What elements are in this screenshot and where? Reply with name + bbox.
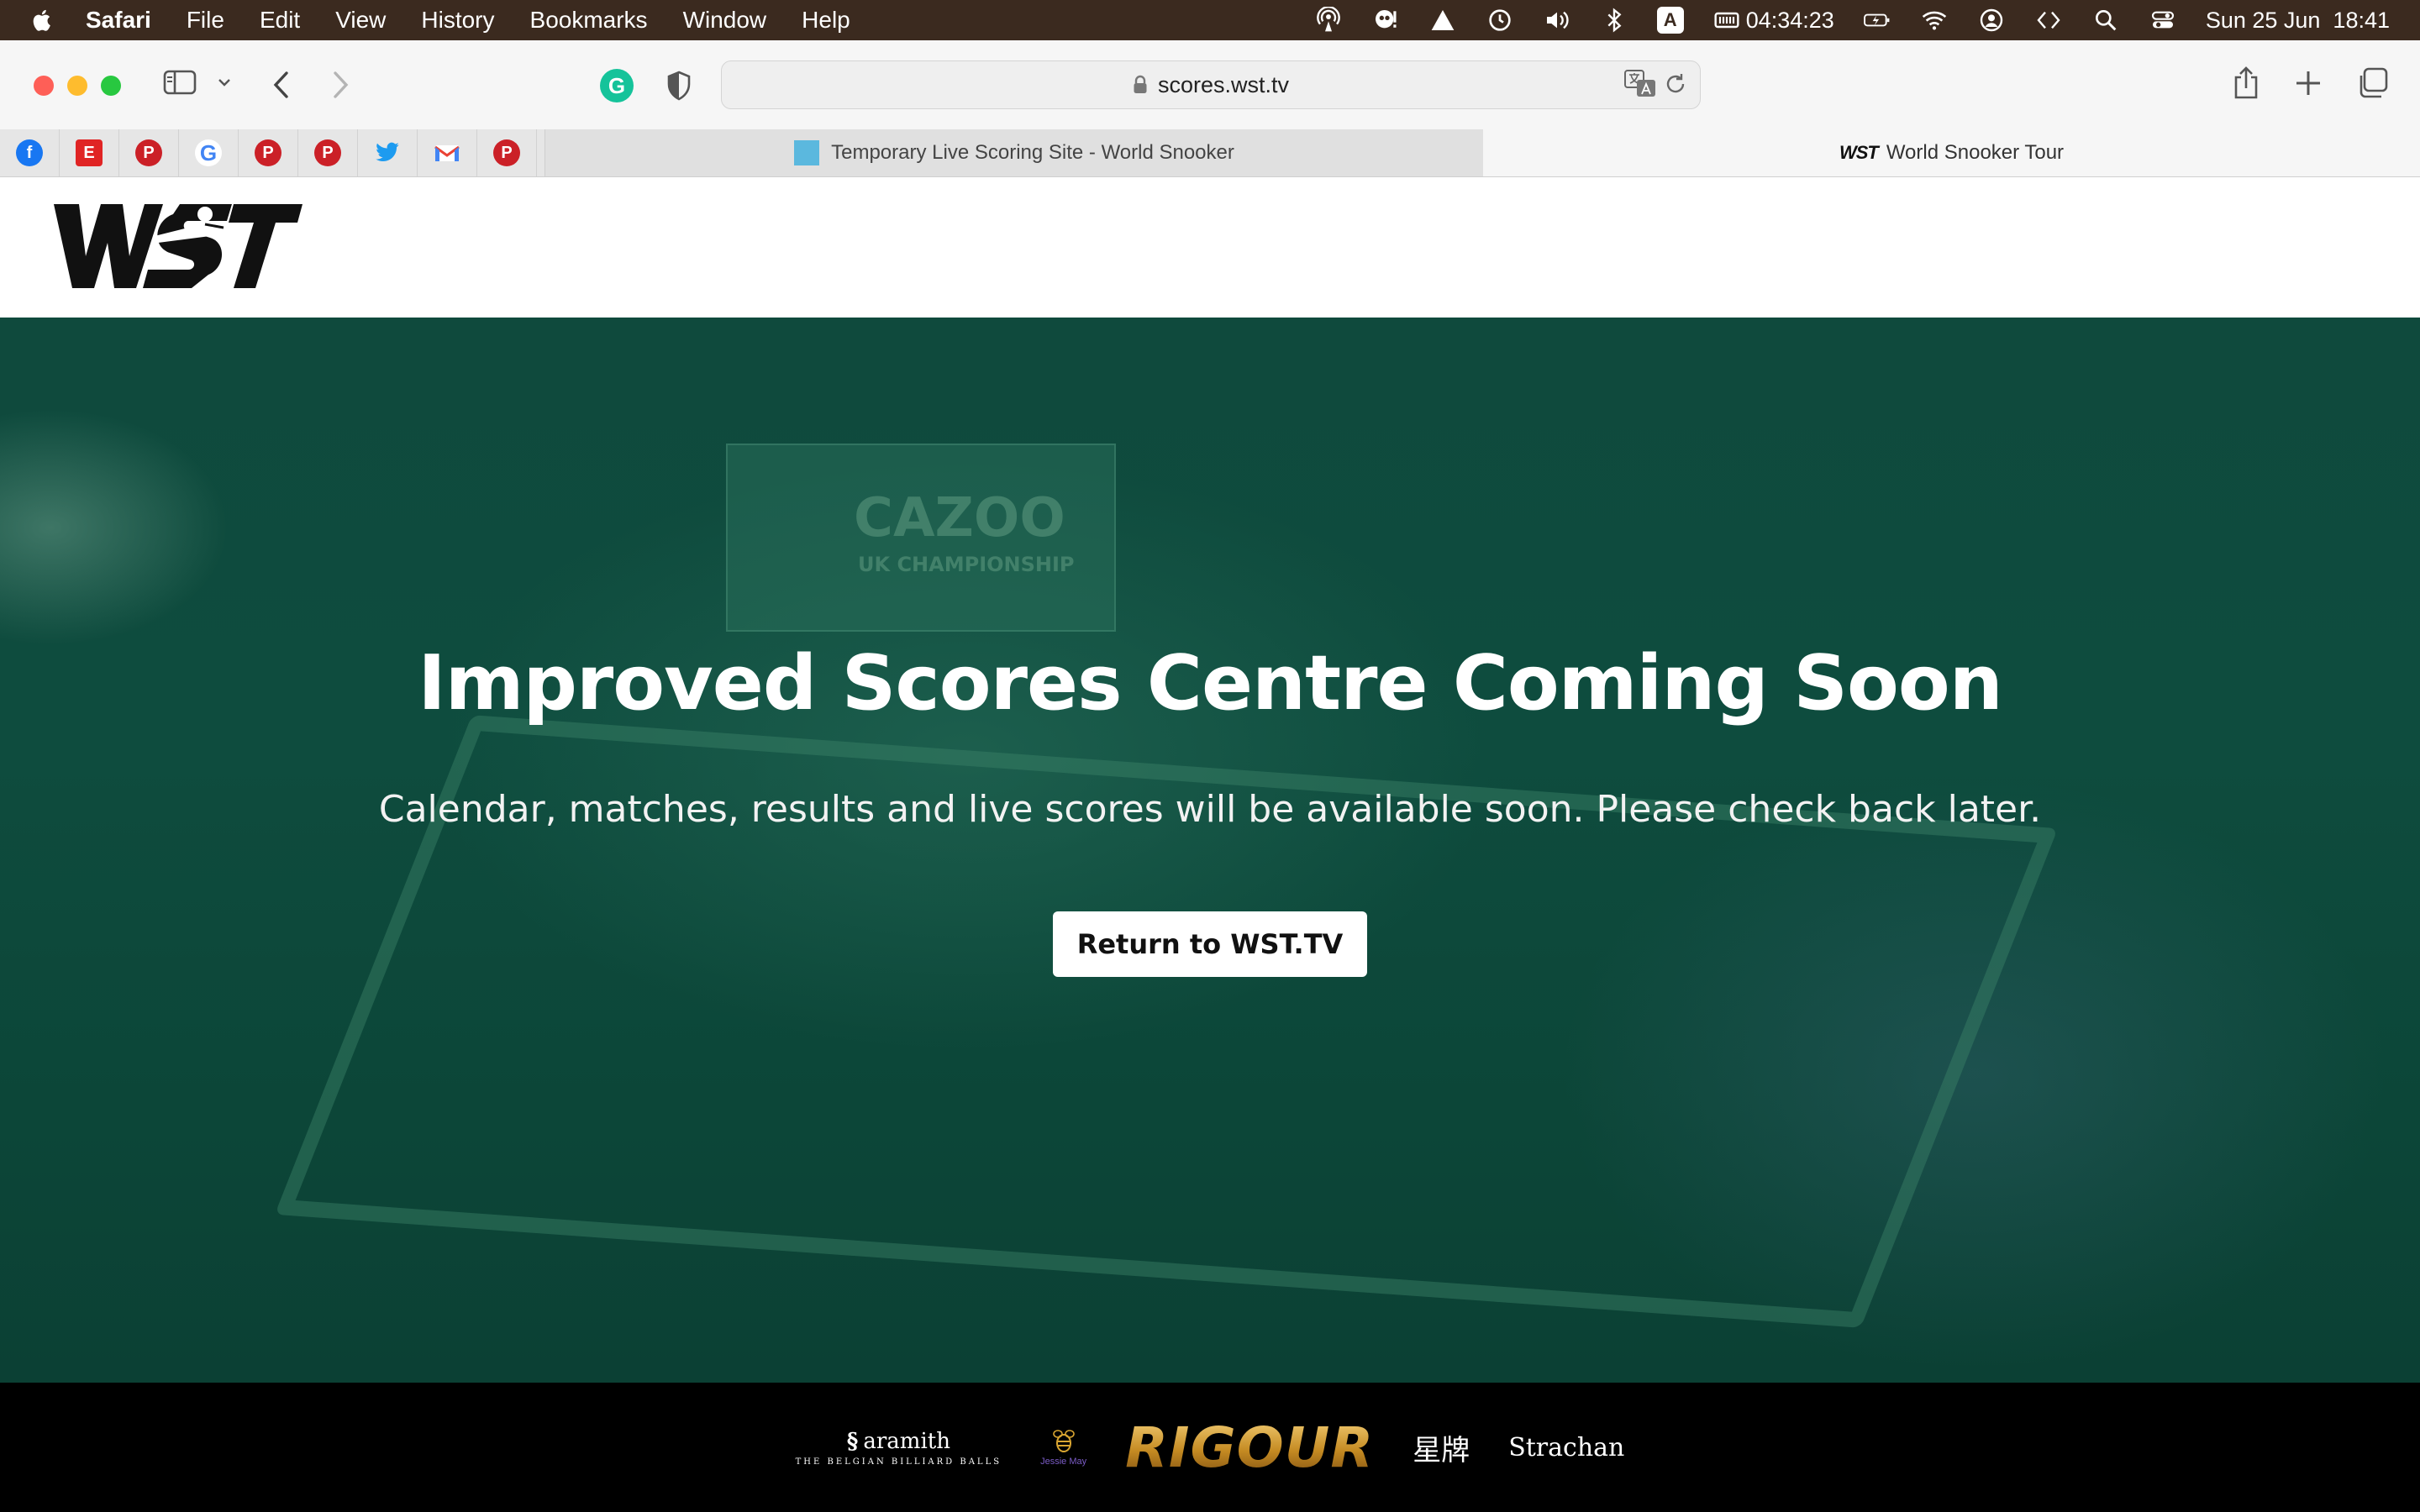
gmail-icon [434,139,460,166]
forward-button-icon[interactable] [329,71,351,99]
input-source-icon[interactable]: A [1656,7,1684,34]
bluetooth-icon[interactable] [1600,6,1628,34]
menu-bookmarks[interactable]: Bookmarks [530,7,648,34]
minimize-window-button[interactable] [67,76,87,96]
tab-overview-icon[interactable] [2356,67,2388,99]
aramith-mark-icon: § [846,1428,859,1454]
menu-window[interactable]: Window [683,7,767,34]
sponsor-strachan-logo[interactable]: Strachan [1508,1433,1624,1462]
timer-app-icon[interactable] [1712,6,1741,34]
tab-favicon-wst-logo: WST [1839,142,1879,163]
web-page: CAZOO UK CHAMPIONSHIP Improved Scores Ce… [0,177,2420,1512]
privacy-shield-icon[interactable] [666,71,692,101]
e-app-icon: E [76,139,103,166]
aramith-wordmark: § aramith [846,1428,950,1454]
close-window-button[interactable] [34,76,54,96]
back-button-icon[interactable] [271,71,292,99]
new-tab-icon[interactable] [2294,69,2323,97]
apple-menu-icon[interactable] [30,8,59,33]
jessie-may-bee-icon [1052,1430,1075,1452]
menu-history[interactable]: History [421,7,494,34]
favorite-facebook[interactable]: f [0,129,60,176]
share-icon[interactable] [2232,66,2260,101]
hero-subtitle: Calendar, matches, results and live scor… [378,788,2042,831]
hero-section: CAZOO UK CHAMPIONSHIP Improved Scores Ce… [0,318,2420,1383]
status-area: A 04:34:23 Sun 25 Jun 18:41 [1314,0,2390,40]
site-header [0,177,2420,318]
triangle-app-icon[interactable] [1428,6,1457,34]
sidebar-toggle-icon[interactable] [163,69,197,96]
airdrop-icon[interactable] [1314,6,1343,34]
hero-title: Improved Scores Centre Coming Soon [418,639,2003,727]
sponsor-xingpai-logo[interactable]: 星牌 [1413,1427,1470,1468]
grammarly-extension-icon[interactable]: G [600,69,634,102]
menu-help[interactable]: Help [802,7,850,34]
time-machine-icon[interactable] [1486,6,1514,34]
sponsor-bar: § aramith THE BELGIAN BILLIARD BALLS Jess… [0,1383,2420,1512]
menu-app-safari[interactable]: Safari [86,7,151,34]
sponsor-aramith-logo[interactable]: § aramith THE BELGIAN BILLIARD BALLS [796,1429,1002,1467]
pinterest-icon: P [135,139,162,166]
menu-edit[interactable]: Edit [260,7,300,34]
favorite-pinterest-2[interactable]: P [239,129,298,176]
clock-datetime[interactable]: Sun 25 Jun 18:41 [2206,8,2390,34]
pinterest-icon: P [255,139,281,166]
favorite-pinterest-3[interactable]: P [298,129,358,176]
aramith-tagline: THE BELGIAN BILLIARD BALLS [795,1457,1002,1467]
tab-bar: f E P G P P P Temporary Live Scoring Sit… [0,129,2420,177]
favorite-gmail[interactable] [418,129,477,176]
favorite-e-app[interactable]: E [60,129,119,176]
favorite-twitter[interactable] [358,129,418,176]
favorite-google[interactable]: G [179,129,239,176]
favorite-pinterest-1[interactable]: P [119,129,179,176]
user-account-icon[interactable] [1977,6,2006,34]
wifi-icon[interactable] [1920,6,1949,34]
tab-favicon [794,140,820,165]
spotlight-search-icon[interactable] [2091,6,2120,34]
skull-app-icon[interactable] [1371,6,1400,34]
timer-readout: 04:34:23 [1745,7,1834,33]
fullscreen-window-button[interactable] [101,76,121,96]
twitter-icon [374,139,401,166]
menu-bar: Safari File Edit View History Bookmarks … [0,0,2420,40]
volume-icon[interactable] [1543,6,1571,34]
code-brackets-icon[interactable] [2034,6,2063,34]
facebook-icon: f [16,139,43,166]
sponsor-jessie-may-logo[interactable]: Jessie May [1040,1428,1086,1467]
browser-toolbar: G scores.wst.tv [0,40,2420,130]
return-to-wst-button[interactable]: Return to WST.TV [1053,911,1367,977]
wst-logo[interactable] [54,199,302,296]
lock-icon [1133,75,1148,95]
menu-view[interactable]: View [335,7,386,34]
safari-window: G scores.wst.tv f E P G P P P Temporary … [0,40,2420,1512]
tab-title: World Snooker Tour [1886,141,2065,164]
google-icon: G [195,139,222,166]
sponsor-rigour-logo[interactable]: RIGOUR [1125,1415,1374,1480]
pinterest-icon: P [314,139,341,166]
chevron-down-icon[interactable] [217,76,232,89]
url-text: scores.wst.tv [1157,71,1290,97]
reload-icon[interactable] [1663,71,1688,101]
favorite-pinterest-4[interactable]: P [477,129,537,176]
wst-logo-icon [54,204,302,288]
menu-file[interactable]: File [187,7,224,34]
battery-icon[interactable] [1863,6,1891,34]
tab-temporary-live-scoring[interactable]: Temporary Live Scoring Site - World Snoo… [544,129,1484,176]
jessie-may-label: Jessie May [1040,1457,1087,1467]
address-bar[interactable]: scores.wst.tv [721,60,1701,109]
pinterest-icon: P [493,139,520,166]
tab-world-snooker-tour[interactable]: WST World Snooker Tour [1483,129,2420,176]
tab-title: Temporary Live Scoring Site - World Snoo… [831,141,1234,164]
translate-icon[interactable] [1624,70,1656,102]
hero-content: Improved Scores Centre Coming Soon Calen… [0,318,2420,1383]
control-center-icon[interactable] [2149,6,2177,34]
